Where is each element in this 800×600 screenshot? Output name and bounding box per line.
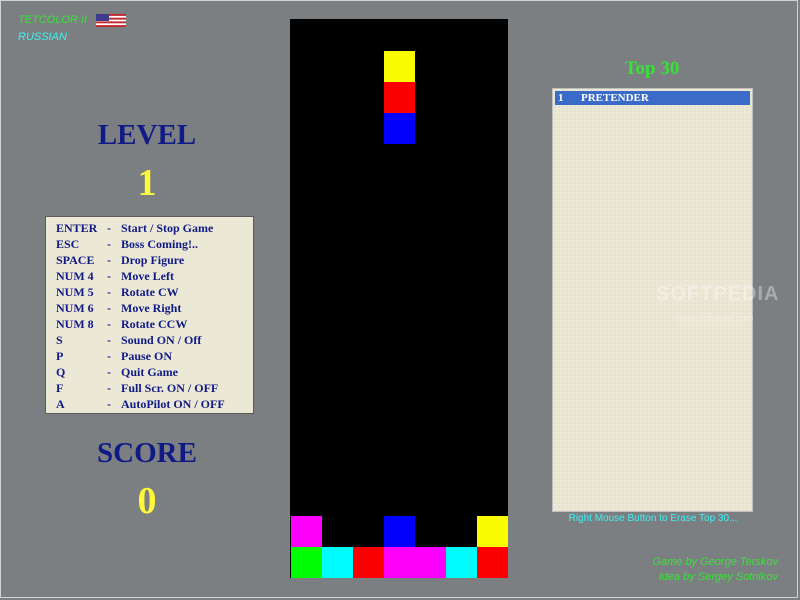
level-label: LEVEL — [97, 119, 197, 151]
control-separator: - — [107, 317, 111, 331]
control-row: NUM 8- Rotate CCW — [46, 316, 253, 332]
control-row: ENTER - Start / Stop Game — [46, 220, 253, 236]
settled-block — [290, 546, 322, 578]
control-key: S — [56, 333, 63, 347]
control-key: Q — [56, 365, 66, 379]
control-separator: - — [107, 253, 111, 267]
control-key: NUM 4 — [56, 269, 94, 283]
control-key: SPACE — [56, 253, 95, 267]
settled-block — [476, 515, 508, 547]
control-key: NUM 5 — [56, 285, 94, 299]
control-key: F — [56, 381, 64, 395]
control-separator: - — [107, 237, 111, 251]
control-row: NUM 6- Move Right — [46, 300, 253, 316]
controls-legend: ENTER - Start / Stop Game ESC - Boss Coming!.… — [45, 216, 254, 414]
control-row: F - Full Scr. ON / OFF — [46, 380, 253, 396]
credits-game-by: Game by George Terskov — [652, 556, 778, 568]
control-row: NUM 5- Rotate CW — [46, 284, 253, 300]
control-separator: - — [107, 333, 111, 347]
control-action: Quit Game — [121, 365, 178, 379]
control-row: S - Sound ON / Off — [46, 332, 253, 348]
falling-block — [383, 112, 415, 144]
control-key: ESC — [56, 237, 80, 251]
control-key: NUM 8 — [56, 317, 94, 331]
app-title: TETCOLOR II — [18, 14, 88, 26]
control-action: Drop Figure — [121, 253, 185, 267]
control-action: Rotate CW — [121, 285, 179, 299]
control-key: ENTER — [56, 221, 98, 235]
settled-block — [476, 546, 508, 578]
control-action: Move Right — [121, 301, 182, 315]
erase-top30-hint: Right Mouse Button to Erase Top 30... — [568, 513, 738, 524]
language-link[interactable]: RUSSIAN — [18, 31, 67, 43]
control-action: Move Left — [121, 269, 174, 283]
control-action: Start / Stop Game — [121, 221, 214, 235]
control-action: Pause ON — [121, 349, 172, 363]
control-action: AutoPilot ON / OFF — [121, 397, 225, 411]
top30-title: Top 30 — [624, 58, 680, 79]
settled-block — [445, 546, 477, 578]
control-action: Sound ON / Off — [121, 333, 202, 347]
credits-idea-by: Idea by Sergey Sotnikov — [658, 571, 778, 583]
falling-block — [383, 81, 415, 113]
control-row: A - AutoPilot ON / OFF — [46, 396, 253, 412]
game-board[interactable] — [290, 19, 508, 578]
control-row: ESC - Boss Coming!.. — [46, 236, 253, 252]
control-separator: - — [107, 397, 111, 411]
level-value: 1 — [137, 162, 157, 204]
control-key: A — [56, 397, 65, 411]
control-action: Boss Coming!.. — [121, 237, 199, 251]
control-key: NUM 6 — [56, 301, 94, 315]
settled-block — [321, 546, 353, 578]
falling-block — [383, 50, 415, 82]
control-row: NUM 4- Move Left — [46, 268, 253, 284]
control-separator: - — [107, 349, 111, 363]
softpedia-watermark-url: www.softpedia.com — [676, 313, 754, 323]
control-separator: - — [107, 301, 111, 315]
control-key: P — [56, 349, 64, 363]
us-flag-icon[interactable] — [96, 14, 126, 27]
score-label: SCORE — [97, 437, 197, 469]
settled-block — [352, 546, 384, 578]
top30-entry-rank: 1 — [558, 92, 564, 104]
settled-block — [290, 515, 322, 547]
settled-block — [383, 546, 415, 578]
control-row: SPACE - Drop Figure — [46, 252, 253, 268]
control-separator: - — [107, 285, 111, 299]
control-action: Full Scr. ON / OFF — [121, 381, 219, 395]
top30-entry-name: PRETENDER — [581, 92, 649, 104]
control-separator: - — [107, 269, 111, 283]
control-row: P - Pause ON — [46, 348, 253, 364]
score-value: 0 — [137, 480, 157, 522]
softpedia-watermark: SOFTPEDIA — [656, 283, 780, 305]
control-action: Rotate CCW — [121, 317, 188, 331]
control-separator: - — [107, 381, 111, 395]
settled-block — [383, 515, 415, 547]
control-separator: - — [107, 221, 111, 235]
settled-block — [414, 546, 446, 578]
control-separator: - — [107, 365, 111, 379]
top30-entry[interactable]: 1 PRETENDER — [555, 91, 750, 105]
control-row: Q - Quit Game — [46, 364, 253, 380]
